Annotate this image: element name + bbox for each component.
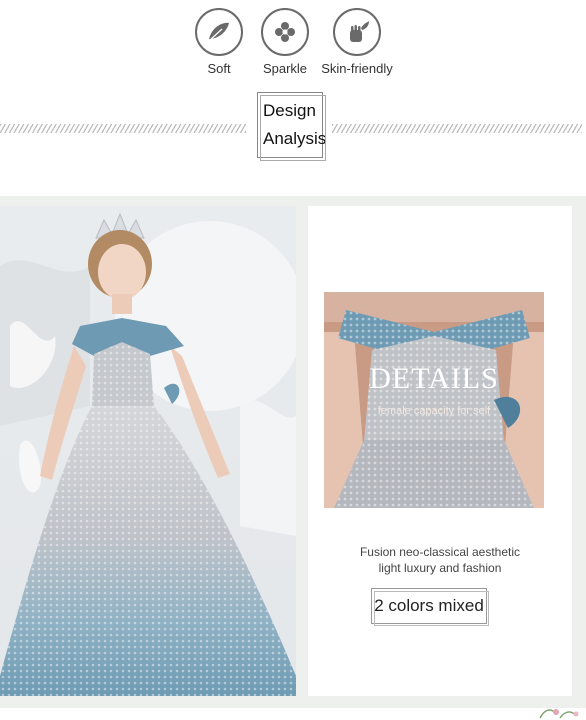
description-line: light luxury and fashion (378, 561, 502, 575)
dress-illustration (0, 212, 296, 696)
colors-mixed-label: 2 colors mixed (371, 588, 489, 626)
section-title-line1: Design (263, 101, 316, 120)
product-photo-detail: DETAILS female capacity for self (324, 292, 544, 508)
details-subheading: female capacity for self (377, 405, 491, 417)
feature-icons-row: Soft Sparkle Skin-friendly (0, 0, 586, 82)
details-card: DETAILS female capacity for self Fusion … (308, 206, 572, 696)
details-description: Fusion neo-classical aesthetic light lux… (308, 544, 572, 576)
product-panel: DETAILS female capacity for self Fusion … (0, 196, 586, 708)
colors-mixed-text: 2 colors mixed (374, 596, 484, 615)
dress-detail-illustration (324, 292, 544, 508)
description-line: Fusion neo-classical aesthetic (359, 545, 521, 559)
divider-stripe (332, 124, 582, 133)
feature-skin-friendly: Skin-friendly (312, 8, 402, 76)
details-heading: DETAILS (369, 362, 499, 395)
design-analysis-header: Design Analysis (0, 92, 586, 162)
floral-corner-icon (539, 709, 579, 719)
hand-leaf-icon (333, 8, 381, 56)
divider-stripe (0, 124, 246, 133)
feature-label: Skin-friendly (321, 61, 393, 76)
section-title-line2: Analysis (263, 129, 327, 148)
section-title: Design Analysis (257, 92, 327, 161)
feather-leaf-icon (195, 8, 243, 56)
sparkle-flower-icon (261, 8, 309, 56)
product-photo-full (0, 206, 296, 696)
